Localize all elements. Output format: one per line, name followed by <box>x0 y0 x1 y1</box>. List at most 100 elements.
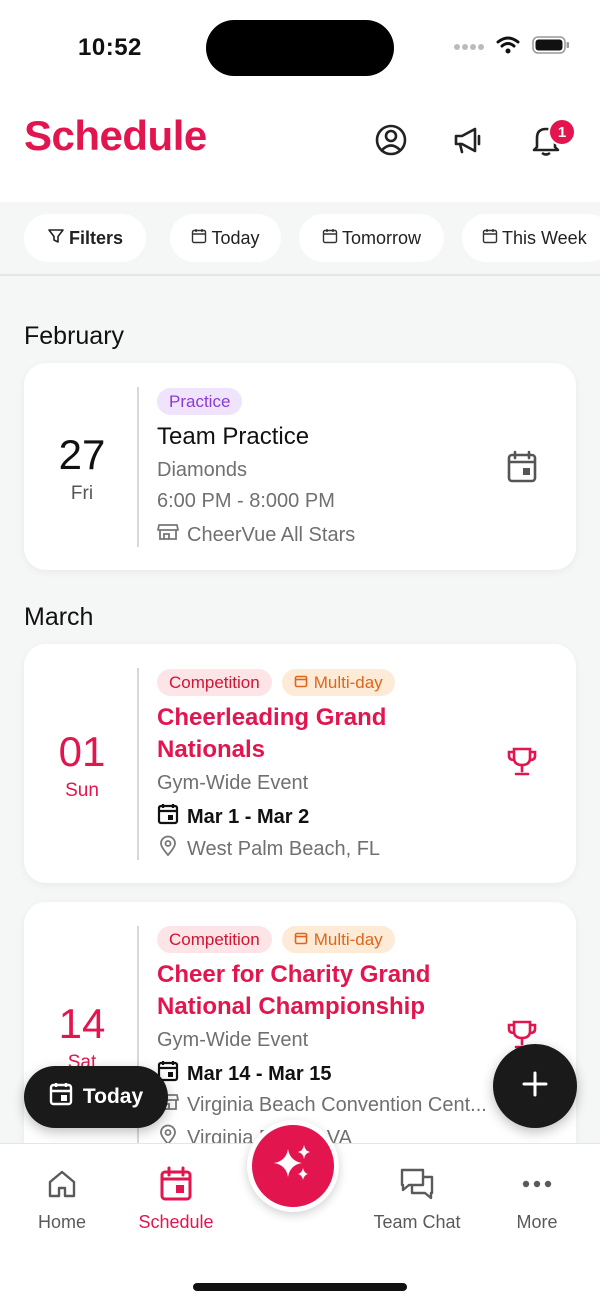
this-week-chip-label: This Week <box>502 227 587 248</box>
nav-more[interactable]: More <box>505 1164 569 1233</box>
nav-schedule-label: Schedule <box>138 1212 214 1232</box>
event-location-label: CheerVue All Stars <box>187 523 356 546</box>
event-team: Gym-Wide Event <box>157 772 308 795</box>
event-weekday: Fri <box>70 483 94 504</box>
event-title-line2: Nationals <box>157 736 266 763</box>
event-card[interactable]: 27 Fri Practice Team Practice Diamonds 6… <box>24 363 576 570</box>
multiday-tag-label: Multi-day <box>313 929 383 949</box>
dynamic-island <box>206 20 394 76</box>
event-title-line1: Cheer for Charity Grand <box>157 961 431 988</box>
funnel-icon <box>47 227 65 250</box>
this-week-chip[interactable]: This Week <box>462 214 600 262</box>
multiday-tag: Multi-day <box>281 669 395 696</box>
event-location: CheerVue All Stars <box>157 522 355 548</box>
today-button[interactable]: Today <box>24 1066 168 1128</box>
event-title: Cheerleading Grand Nationals <box>157 702 386 766</box>
event-card[interactable]: 01 Sun Competition Multi-day Cheerleadin… <box>24 644 576 883</box>
today-chip[interactable]: Today <box>170 214 281 262</box>
nav-schedule[interactable]: Schedule <box>132 1164 220 1233</box>
calendar-icon <box>294 673 308 693</box>
event-dates: Mar 1 - Mar 2 <box>157 803 309 831</box>
event-venue: Virginia Beach Convention Cent... <box>157 1092 487 1118</box>
event-date: 27 Fri <box>24 431 140 505</box>
app-header: 10:52 Schedule 1 <box>0 0 600 202</box>
home-icon <box>24 1164 100 1204</box>
calendar-icon <box>482 228 498 249</box>
calendar-event-icon <box>504 449 540 485</box>
home-indicator <box>193 1283 407 1291</box>
nav-home[interactable]: Home <box>24 1164 100 1233</box>
tomorrow-chip-label: Tomorrow <box>341 227 421 248</box>
nav-home-label: Home <box>37 1212 86 1232</box>
plus-icon <box>521 1070 549 1103</box>
filter-bar: Filters Today Tomorrow This Week <box>0 202 600 276</box>
event-time: 6:00 PM - 8:000 PM <box>157 490 335 513</box>
status-time: 10:52 <box>78 34 142 61</box>
event-team-label: Gym-Wide Event <box>157 772 309 794</box>
competition-tag: Competition <box>157 926 272 953</box>
ai-assistant-button[interactable] <box>247 1120 339 1212</box>
calendar-icon <box>49 1082 73 1112</box>
event-time-label: 6:00 PM - 8:000 PM <box>157 490 335 512</box>
storefront-icon <box>157 522 179 548</box>
card-divider <box>137 387 139 547</box>
event-location-label: West Palm Beach, FL <box>187 837 381 860</box>
filters-label: Filters <box>68 227 124 248</box>
location-pin-icon <box>157 835 179 863</box>
filters-chip[interactable]: Filters <box>24 214 146 262</box>
event-title-line1: Cheerleading Grand <box>157 704 387 731</box>
event-team-label: Gym-Wide Event <box>157 1029 309 1051</box>
month-heading: February <box>24 322 125 350</box>
event-tags: Competition Multi-day <box>157 926 395 953</box>
calendar-icon <box>157 803 179 831</box>
event-dates-label: Mar 14 - Mar 15 <box>187 1062 332 1085</box>
calendar-icon <box>322 228 338 249</box>
calendar-icon <box>294 930 308 950</box>
practice-tag: Practice <box>157 388 243 415</box>
sparkle-icon <box>270 1141 316 1192</box>
notification-badge: 1 <box>548 118 576 146</box>
event-team: Gym-Wide Event <box>157 1029 308 1052</box>
event-weekday: Sun <box>65 780 99 801</box>
signal-icon <box>454 39 484 57</box>
card-divider <box>137 668 139 860</box>
wifi-icon <box>496 36 520 59</box>
chat-icon <box>362 1164 472 1204</box>
event-title: Team Practice <box>157 423 310 450</box>
event-day-number: 14 <box>58 1000 106 1047</box>
event-location: West Palm Beach, FL <box>157 835 380 863</box>
battery-icon <box>532 36 570 59</box>
page-title: Schedule <box>24 112 207 159</box>
today-chip-label: Today <box>211 227 260 248</box>
event-tags: Practice <box>157 388 243 415</box>
event-title: Cheer for Charity Grand National Champio… <box>157 959 430 1023</box>
today-button-label: Today <box>82 1085 144 1108</box>
trophy-icon <box>504 744 540 780</box>
event-title-line2: National Championship <box>157 993 426 1020</box>
nav-more-label: More <box>516 1212 558 1232</box>
multiday-tag: Multi-day <box>281 926 395 953</box>
more-dots-icon <box>505 1164 569 1204</box>
add-event-button[interactable] <box>493 1044 577 1128</box>
event-venue-label: Virginia Beach Convention Cent... <box>187 1093 487 1116</box>
nav-team-chat[interactable]: Team Chat <box>362 1164 472 1233</box>
event-team: Diamonds <box>157 459 247 482</box>
event-day-number: 01 <box>58 728 106 775</box>
calendar-icon <box>132 1164 220 1204</box>
event-team-label: Diamonds <box>157 459 248 481</box>
event-dates: Mar 14 - Mar 15 <box>157 1060 332 1088</box>
multiday-tag-label: Multi-day <box>313 672 383 692</box>
nav-team-chat-label: Team Chat <box>373 1212 461 1232</box>
competition-tag: Competition <box>157 669 272 696</box>
profile-icon[interactable] <box>371 120 411 160</box>
status-icons <box>454 36 570 59</box>
calendar-icon <box>191 228 207 249</box>
event-tags: Competition Multi-day <box>157 669 395 696</box>
megaphone-icon[interactable] <box>448 120 488 160</box>
event-dates-label: Mar 1 - Mar 2 <box>187 805 310 828</box>
event-date: 14 Sat <box>24 1000 140 1074</box>
month-heading: March <box>24 603 94 631</box>
event-date: 01 Sun <box>24 728 140 802</box>
tomorrow-chip[interactable]: Tomorrow <box>299 214 444 262</box>
event-day-number: 27 <box>58 431 106 478</box>
